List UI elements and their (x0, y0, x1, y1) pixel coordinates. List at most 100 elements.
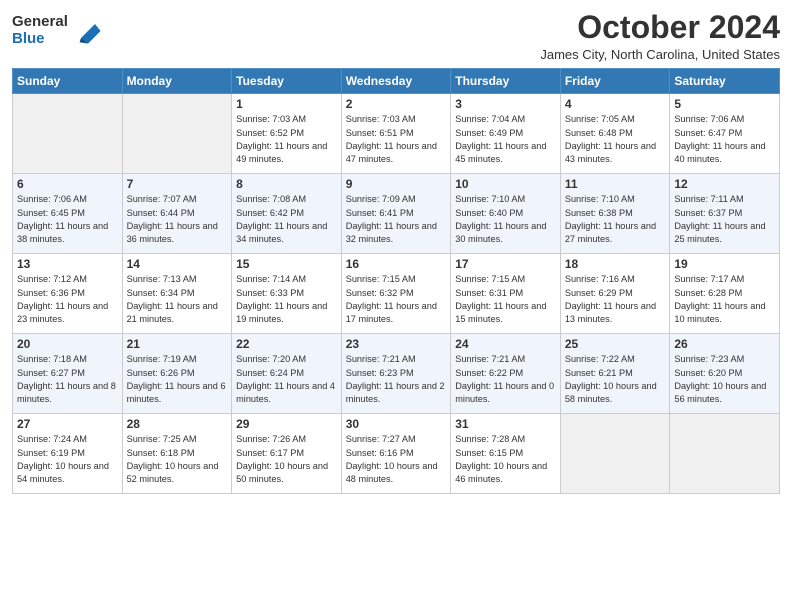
weekday-header-cell: Friday (560, 69, 670, 94)
weekday-header-row: SundayMondayTuesdayWednesdayThursdayFrid… (13, 69, 780, 94)
weekday-header-cell: Saturday (670, 69, 780, 94)
day-number: 10 (455, 177, 556, 191)
day-number: 1 (236, 97, 337, 111)
calendar-cell: 17 Sunrise: 7:15 AMSunset: 6:31 PMDayligh… (451, 254, 561, 334)
day-number: 29 (236, 417, 337, 431)
calendar-cell: 7 Sunrise: 7:07 AMSunset: 6:44 PMDaylight… (122, 174, 232, 254)
day-number: 26 (674, 337, 775, 351)
calendar-cell (122, 94, 232, 174)
day-info: Sunrise: 7:26 AMSunset: 6:17 PMDaylight:… (236, 433, 337, 486)
calendar-cell: 14Sunrise: 7:13 AMSunset: 6:34 PMDayligh… (122, 254, 232, 334)
calendar-cell: 3 Sunrise: 7:04 AMSunset: 6:49 PMDaylight… (451, 94, 561, 174)
calendar-cell: 10Sunrise: 7:10 AMSunset: 6:40 PMDayligh… (451, 174, 561, 254)
day-info: Sunrise: 7:28 AMSunset: 6:15 PMDaylight:… (455, 433, 556, 486)
day-info: Sunrise: 7:10 AMSunset: 6:38 PMDaylight:… (565, 193, 666, 246)
day-info: Sunrise: 7:08 AMSunset: 6:42 PMDaylight:… (236, 193, 337, 246)
calendar-week-row: 27Sunrise: 7:24 AMSunset: 6:19 PMDayligh… (13, 414, 780, 494)
weekday-header-cell: Tuesday (232, 69, 342, 94)
calendar-cell: 9 Sunrise: 7:09 AMSunset: 6:41 PMDaylight… (341, 174, 451, 254)
calendar-cell: 22 Sunrise: 7:20 AMSunset: 6:24 PMDayligh… (232, 334, 342, 414)
day-info: Sunrise: 7:06 AMSunset: 6:47 PMDaylight:… (674, 113, 775, 166)
day-number: 7 (127, 177, 228, 191)
day-number: 17 (455, 257, 556, 271)
logo-blue: Blue (12, 30, 45, 47)
day-info: Sunrise: 7:24 AMSunset: 6:19 PMDaylight:… (17, 433, 118, 486)
day-info: Sunrise: 7:21 AMSunset: 6:23 PMDaylight:… (346, 353, 447, 406)
day-info: Sunrise: 7:17 AMSunset: 6:28 PMDaylight:… (674, 273, 775, 326)
day-number: 3 (455, 97, 556, 111)
weekday-header-cell: Monday (122, 69, 232, 94)
calendar-cell: 31 Sunrise: 7:28 AMSunset: 6:15 PMDayligh… (451, 414, 561, 494)
day-info: Sunrise: 7:03 AMSunset: 6:51 PMDaylight:… (346, 113, 447, 166)
calendar-cell: 12 Sunrise: 7:11 AMSunset: 6:37 PMDayligh… (670, 174, 780, 254)
day-info: Sunrise: 7:15 AMSunset: 6:31 PMDaylight:… (455, 273, 556, 326)
day-number: 22 (236, 337, 337, 351)
day-number: 15 (236, 257, 337, 271)
calendar-cell: 2Sunrise: 7:03 AMSunset: 6:51 PMDaylight… (341, 94, 451, 174)
day-number: 28 (127, 417, 228, 431)
calendar-cell: 30 Sunrise: 7:27 AMSunset: 6:16 PMDayligh… (341, 414, 451, 494)
day-info: Sunrise: 7:07 AMSunset: 6:44 PMDaylight:… (127, 193, 228, 246)
calendar-cell: 25 Sunrise: 7:22 AMSunset: 6:21 PMDayligh… (560, 334, 670, 414)
location: James City, North Carolina, United State… (540, 47, 780, 62)
day-number: 16 (346, 257, 447, 271)
logo-text: General Blue (12, 14, 68, 47)
day-number: 14 (127, 257, 228, 271)
day-number: 31 (455, 417, 556, 431)
calendar-cell (670, 414, 780, 494)
calendar-cell: 28 Sunrise: 7:25 AMSunset: 6:18 PMDayligh… (122, 414, 232, 494)
calendar-cell: 23 Sunrise: 7:21 AMSunset: 6:23 PMDayligh… (341, 334, 451, 414)
day-number: 6 (17, 177, 118, 191)
weekday-header-cell: Wednesday (341, 69, 451, 94)
day-number: 24 (455, 337, 556, 351)
day-info: Sunrise: 7:06 AMSunset: 6:45 PMDaylight:… (17, 193, 118, 246)
calendar-cell: 13Sunrise: 7:12 AMSunset: 6:36 PMDayligh… (13, 254, 123, 334)
day-number: 4 (565, 97, 666, 111)
calendar-week-row: 13Sunrise: 7:12 AMSunset: 6:36 PMDayligh… (13, 254, 780, 334)
calendar-cell: 5Sunrise: 7:06 AMSunset: 6:47 PMDaylight… (670, 94, 780, 174)
day-info: Sunrise: 7:05 AMSunset: 6:48 PMDaylight:… (565, 113, 666, 166)
calendar-cell: 19 Sunrise: 7:17 AMSunset: 6:28 PMDayligh… (670, 254, 780, 334)
day-info: Sunrise: 7:14 AMSunset: 6:33 PMDaylight:… (236, 273, 337, 326)
day-info: Sunrise: 7:04 AMSunset: 6:49 PMDaylight:… (455, 113, 556, 166)
month-title: October 2024 (540, 10, 780, 45)
day-number: 19 (674, 257, 775, 271)
day-info: Sunrise: 7:16 AMSunset: 6:29 PMDaylight:… (565, 273, 666, 326)
calendar-table: SundayMondayTuesdayWednesdayThursdayFrid… (12, 68, 780, 494)
day-number: 18 (565, 257, 666, 271)
day-number: 25 (565, 337, 666, 351)
logo: General Blue (12, 14, 102, 47)
calendar-body: 1 Sunrise: 7:03 AMSunset: 6:52 PMDaylight… (13, 94, 780, 494)
calendar-week-row: 6 Sunrise: 7:06 AMSunset: 6:45 PMDaylight… (13, 174, 780, 254)
day-info: Sunrise: 7:20 AMSunset: 6:24 PMDaylight:… (236, 353, 337, 406)
weekday-header-cell: Sunday (13, 69, 123, 94)
day-info: Sunrise: 7:25 AMSunset: 6:18 PMDaylight:… (127, 433, 228, 486)
calendar-week-row: 20Sunrise: 7:18 AMSunset: 6:27 PMDayligh… (13, 334, 780, 414)
day-info: Sunrise: 7:11 AMSunset: 6:37 PMDaylight:… (674, 193, 775, 246)
day-number: 23 (346, 337, 447, 351)
calendar-cell: 1 Sunrise: 7:03 AMSunset: 6:52 PMDaylight… (232, 94, 342, 174)
day-number: 21 (127, 337, 228, 351)
calendar-cell: 26 Sunrise: 7:23 AMSunset: 6:20 PMDayligh… (670, 334, 780, 414)
header: General Blue October 2024 James City, No… (12, 10, 780, 62)
day-info: Sunrise: 7:19 AMSunset: 6:26 PMDaylight:… (127, 353, 228, 406)
calendar-cell: 21 Sunrise: 7:19 AMSunset: 6:26 PMDayligh… (122, 334, 232, 414)
day-info: Sunrise: 7:27 AMSunset: 6:16 PMDaylight:… (346, 433, 447, 486)
day-info: Sunrise: 7:21 AMSunset: 6:22 PMDaylight:… (455, 353, 556, 406)
day-info: Sunrise: 7:23 AMSunset: 6:20 PMDaylight:… (674, 353, 775, 406)
day-info: Sunrise: 7:09 AMSunset: 6:41 PMDaylight:… (346, 193, 447, 246)
day-number: 12 (674, 177, 775, 191)
day-info: Sunrise: 7:22 AMSunset: 6:21 PMDaylight:… (565, 353, 666, 406)
calendar-cell: 27Sunrise: 7:24 AMSunset: 6:19 PMDayligh… (13, 414, 123, 494)
calendar-cell: 20Sunrise: 7:18 AMSunset: 6:27 PMDayligh… (13, 334, 123, 414)
page-container: General Blue October 2024 James City, No… (0, 0, 792, 506)
calendar-cell: 24 Sunrise: 7:21 AMSunset: 6:22 PMDayligh… (451, 334, 561, 414)
calendar-cell: 11Sunrise: 7:10 AMSunset: 6:38 PMDayligh… (560, 174, 670, 254)
day-number: 30 (346, 417, 447, 431)
day-info: Sunrise: 7:18 AMSunset: 6:27 PMDaylight:… (17, 353, 118, 406)
day-info: Sunrise: 7:03 AMSunset: 6:52 PMDaylight:… (236, 113, 337, 166)
day-number: 9 (346, 177, 447, 191)
calendar-cell: 18 Sunrise: 7:16 AMSunset: 6:29 PMDayligh… (560, 254, 670, 334)
logo-icon (74, 17, 102, 45)
day-number: 13 (17, 257, 118, 271)
